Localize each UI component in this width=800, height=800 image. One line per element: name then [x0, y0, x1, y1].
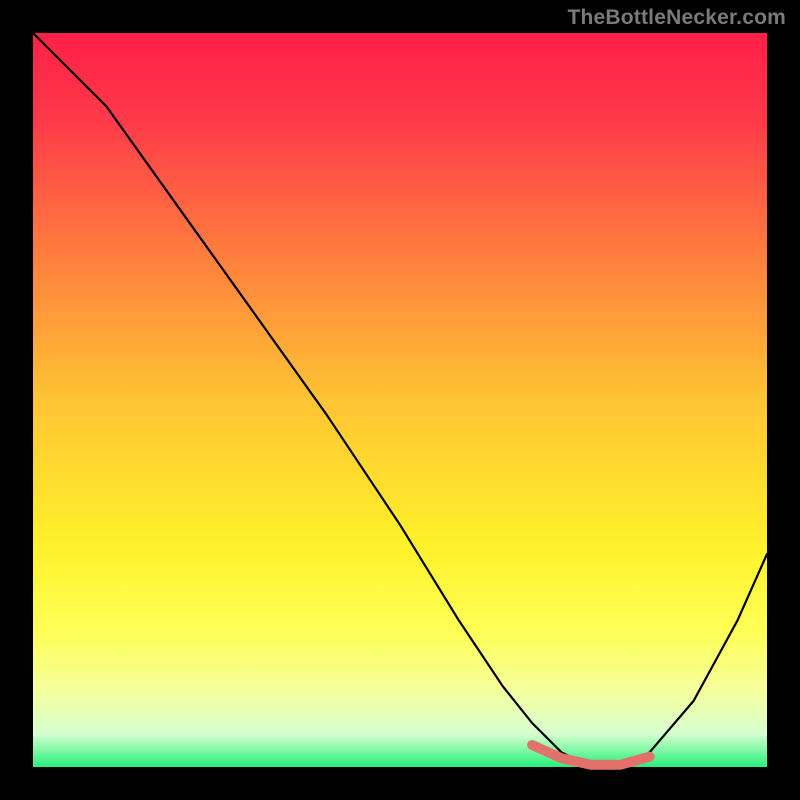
- plot-area: [33, 33, 767, 767]
- chart-frame: TheBottleNecker.com: [0, 0, 800, 800]
- watermark-text: TheBottleNecker.com: [567, 6, 786, 30]
- chart-svg: [0, 0, 800, 800]
